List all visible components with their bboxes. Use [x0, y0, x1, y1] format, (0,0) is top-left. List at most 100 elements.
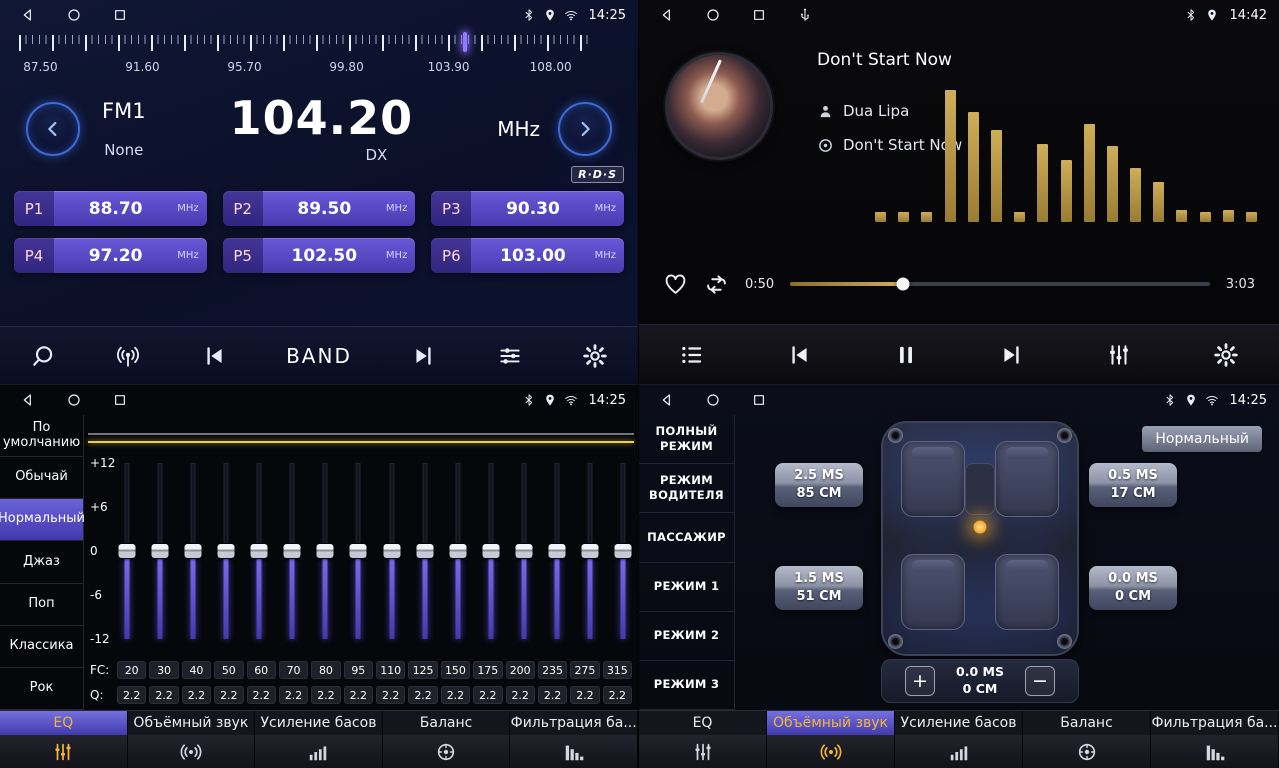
eq-sliders-icon[interactable] — [1106, 342, 1132, 368]
slider-handle[interactable] — [218, 544, 235, 558]
eq-band-slider[interactable] — [250, 463, 268, 639]
eq-band-slider[interactable] — [118, 463, 136, 639]
eq-preset-item[interactable]: Обычай — [0, 457, 83, 499]
eq-band-slider[interactable] — [184, 463, 202, 639]
tab-bass-boost[interactable]: Усиление басов — [895, 711, 1023, 735]
tune-down-button[interactable] — [26, 102, 80, 156]
preset-P4[interactable]: P4 97.20 MHz — [14, 238, 207, 273]
nav-back-icon[interactable] — [659, 392, 675, 408]
slider-handle[interactable] — [185, 544, 202, 558]
preset-P3[interactable]: P3 90.30 MHz — [431, 191, 624, 226]
eq-preset-item[interactable]: Классика — [0, 626, 83, 668]
eq-band-slider[interactable] — [283, 463, 301, 639]
seat-rear-left[interactable] — [901, 554, 965, 630]
eq-band-slider[interactable] — [449, 463, 467, 639]
tune-up-button[interactable] — [558, 102, 612, 156]
slider-handle[interactable] — [449, 544, 466, 558]
tab-eq-sliders[interactable]: EQ — [639, 711, 767, 735]
slider-handle[interactable] — [383, 544, 400, 558]
eq-preset-item[interactable]: Джаз — [0, 541, 83, 583]
eq-band-slider[interactable] — [581, 463, 599, 639]
eq-band-slider[interactable] — [383, 463, 401, 639]
seat-front-right[interactable] — [995, 441, 1059, 517]
filter-icon[interactable] — [510, 735, 638, 768]
eq-band-slider[interactable] — [548, 463, 566, 639]
slider-handle[interactable] — [284, 544, 301, 558]
eq-band-slider[interactable] — [349, 463, 367, 639]
preset-P1[interactable]: P1 88.70 MHz — [14, 191, 207, 226]
broadcast-icon[interactable] — [115, 343, 141, 369]
seek-knob[interactable] — [897, 278, 910, 291]
nav-home-icon[interactable] — [66, 392, 82, 408]
balance-icon[interactable] — [383, 735, 511, 768]
eq-preset-item[interactable]: Поп — [0, 584, 83, 626]
seek-bar[interactable] — [790, 282, 1210, 286]
pause-icon[interactable] — [893, 342, 919, 368]
eq-sliders-icon[interactable] — [639, 735, 767, 768]
repeat-icon[interactable] — [704, 272, 729, 297]
slider-handle[interactable] — [152, 544, 169, 558]
nav-home-icon[interactable] — [66, 7, 82, 23]
surround-sound-icon[interactable] — [128, 735, 256, 768]
eq-band-slider[interactable] — [515, 463, 533, 639]
slider-handle[interactable] — [515, 544, 532, 558]
listening-mode-item[interactable]: ПОЛНЫЙ РЕЖИМ — [639, 415, 734, 464]
scan-icon[interactable] — [30, 343, 56, 369]
frequency-ruler[interactable]: 87.5091.6095.7099.80103.90108.00 — [6, 32, 632, 84]
next-icon[interactable] — [411, 343, 437, 369]
slider-handle[interactable] — [581, 544, 598, 558]
next-icon[interactable] — [999, 342, 1025, 368]
nav-recents-icon[interactable] — [751, 392, 767, 408]
listening-mode-item[interactable]: РЕЖИМ 3 — [639, 661, 734, 710]
listening-mode-item[interactable]: РЕЖИМ ВОДИТЕЛЯ — [639, 464, 734, 513]
tab-surround-sound[interactable]: Объёмный звук — [767, 711, 895, 735]
favorite-icon[interactable] — [663, 272, 688, 297]
delay-decrease-button[interactable]: − — [1025, 666, 1055, 696]
eq-band-slider[interactable] — [151, 463, 169, 639]
nav-home-icon[interactable] — [705, 7, 721, 23]
eq-band-slider[interactable] — [614, 463, 632, 639]
seat-front-left[interactable] — [901, 441, 965, 517]
band-button[interactable]: BAND — [286, 344, 352, 368]
nav-recents-icon[interactable] — [751, 7, 767, 23]
tab-balance[interactable]: Баланс — [383, 711, 511, 735]
preset-P2[interactable]: P2 89.50 MHz — [223, 191, 416, 226]
preset-P5[interactable]: P5 102.50 MHz — [223, 238, 416, 273]
previous-icon[interactable] — [786, 342, 812, 368]
tab-balance[interactable]: Баланс — [1023, 711, 1151, 735]
eq-sliders-icon[interactable] — [0, 735, 128, 768]
delay-rear-left[interactable]: 1.5 MS 51 CM — [775, 566, 863, 610]
eq-band-slider[interactable] — [416, 463, 434, 639]
audio-settings-icon[interactable] — [497, 343, 523, 369]
listening-mode-item[interactable]: РЕЖИМ 2 — [639, 612, 734, 661]
nav-back-icon[interactable] — [20, 7, 36, 23]
album-art[interactable] — [665, 52, 773, 160]
tab-surround-sound[interactable]: Объёмный звук — [128, 711, 256, 735]
eq-band-slider[interactable] — [217, 463, 235, 639]
bass-boost-icon[interactable] — [895, 735, 1023, 768]
eq-band-slider[interactable] — [316, 463, 334, 639]
tab-bass-boost[interactable]: Усиление басов — [255, 711, 383, 735]
slider-handle[interactable] — [119, 544, 136, 558]
delay-front-right[interactable]: 0.5 MS 17 CM — [1089, 463, 1177, 507]
playlist-icon[interactable] — [679, 342, 705, 368]
filter-icon[interactable] — [1151, 735, 1279, 768]
nav-back-icon[interactable] — [20, 392, 36, 408]
settings-icon[interactable] — [1213, 342, 1239, 368]
listening-position-dot[interactable] — [974, 520, 987, 533]
listening-mode-item[interactable]: ПАССАЖИР — [639, 513, 734, 562]
slider-handle[interactable] — [416, 544, 433, 558]
delay-increase-button[interactable]: + — [905, 666, 935, 696]
sound-preset-badge[interactable]: Нормальный — [1142, 426, 1262, 452]
bass-boost-icon[interactable] — [255, 735, 383, 768]
tab-filter[interactable]: Фильтрация ба... — [1151, 711, 1279, 735]
nav-recents-icon[interactable] — [112, 392, 128, 408]
tab-eq-sliders[interactable]: EQ — [0, 711, 128, 735]
usb-icon[interactable] — [797, 7, 813, 23]
eq-band-slider[interactable] — [482, 463, 500, 639]
nav-back-icon[interactable] — [659, 7, 675, 23]
slider-handle[interactable] — [548, 544, 565, 558]
slider-handle[interactable] — [482, 544, 499, 558]
eq-preset-item[interactable]: Рок — [0, 668, 83, 710]
eq-preset-item[interactable]: Нормальный — [0, 499, 83, 541]
